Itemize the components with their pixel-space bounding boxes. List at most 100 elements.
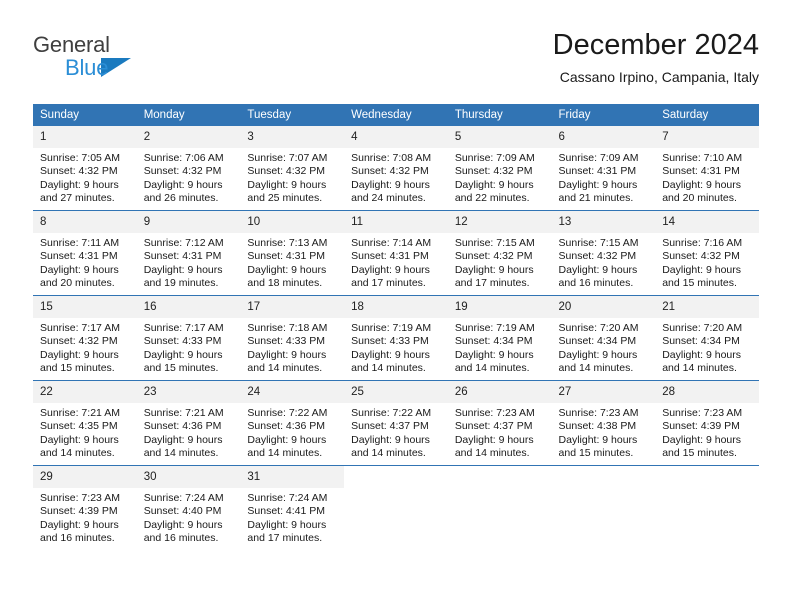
day-details: Sunrise: 7:10 AM Sunset: 4:31 PM Dayligh… <box>655 148 759 206</box>
sunrise-text: Sunrise: 7:15 AM <box>454 237 535 249</box>
day-details: Sunrise: 7:09 AM Sunset: 4:32 PM Dayligh… <box>448 148 552 206</box>
day-details: Sunrise: 7:20 AM Sunset: 4:34 PM Dayligh… <box>655 318 759 376</box>
calendar-header-row: Sunday Monday Tuesday Wednesday Thursday… <box>33 104 759 126</box>
calendar-day-cell[interactable]: 27 Sunrise: 7:23 AM Sunset: 4:38 PM Dayl… <box>551 380 656 466</box>
day-details: Sunrise: 7:17 AM Sunset: 4:32 PM Dayligh… <box>33 318 137 376</box>
sunrise-text: Sunrise: 7:05 AM <box>40 152 120 164</box>
sunset-text: Sunset: 4:31 PM <box>558 165 637 178</box>
calendar-day-cell[interactable]: 20 Sunrise: 7:20 AM Sunset: 4:34 PM Dayl… <box>551 295 656 381</box>
daylight-text-line2: and 16 minutes. <box>40 532 115 545</box>
calendar-day-cell[interactable]: 12 Sunrise: 7:15 AM Sunset: 4:32 PM Dayl… <box>447 210 552 296</box>
calendar-day-cell[interactable]: 19 Sunrise: 7:19 AM Sunset: 4:34 PM Dayl… <box>447 295 552 381</box>
calendar-day-cell[interactable]: 22 Sunrise: 7:21 AM Sunset: 4:35 PM Dayl… <box>33 380 137 466</box>
sunset-text: Sunset: 4:31 PM <box>247 250 326 263</box>
day-number <box>448 466 552 488</box>
day-number: 22 <box>33 381 137 403</box>
sunrise-text: Sunrise: 7:23 AM <box>662 407 743 419</box>
day-details: Sunrise: 7:08 AM Sunset: 4:32 PM Dayligh… <box>344 148 448 206</box>
day-number: 11 <box>344 211 448 233</box>
calendar-day-cell[interactable]: 1 Sunrise: 7:05 AM Sunset: 4:32 PM Dayli… <box>33 126 137 211</box>
sunrise-text: Sunrise: 7:23 AM <box>454 407 535 419</box>
calendar-day-cell[interactable]: 16 Sunrise: 7:17 AM Sunset: 4:33 PM Dayl… <box>136 295 241 381</box>
day-details: Sunrise: 7:07 AM Sunset: 4:32 PM Dayligh… <box>240 148 344 206</box>
calendar-day-cell[interactable]: 17 Sunrise: 7:18 AM Sunset: 4:33 PM Dayl… <box>240 295 345 381</box>
day-details: Sunrise: 7:24 AM Sunset: 4:41 PM Dayligh… <box>240 488 344 546</box>
sunset-text: Sunset: 4:39 PM <box>40 505 118 518</box>
calendar-day-cell[interactable]: 9 Sunrise: 7:12 AM Sunset: 4:31 PM Dayli… <box>136 210 241 296</box>
calendar-day-cell[interactable]: 11 Sunrise: 7:14 AM Sunset: 4:31 PM Dayl… <box>344 210 448 296</box>
day-details: Sunrise: 7:09 AM Sunset: 4:31 PM Dayligh… <box>552 148 656 206</box>
calendar-day-cell[interactable]: 24 Sunrise: 7:22 AM Sunset: 4:36 PM Dayl… <box>240 380 345 466</box>
sunset-text: Sunset: 4:34 PM <box>662 335 740 348</box>
calendar-day-cell[interactable]: 4 Sunrise: 7:08 AM Sunset: 4:32 PM Dayli… <box>344 126 448 211</box>
day-number: 17 <box>240 296 345 318</box>
calendar-day-cell[interactable]: 25 Sunrise: 7:22 AM Sunset: 4:37 PM Dayl… <box>344 380 448 466</box>
calendar-day-cell[interactable]: 31 Sunrise: 7:24 AM Sunset: 4:41 PM Dayl… <box>240 465 345 550</box>
calendar-day-cell[interactable]: 3 Sunrise: 7:07 AM Sunset: 4:32 PM Dayli… <box>240 126 345 211</box>
daylight-text-line2: and 18 minutes. <box>247 277 323 290</box>
weekday-header-friday: Friday <box>551 104 656 126</box>
sunset-text: Sunset: 4:37 PM <box>351 420 429 433</box>
daylight-text-line1: Daylight: 9 hours <box>662 263 742 276</box>
day-details: Sunrise: 7:15 AM Sunset: 4:32 PM Dayligh… <box>448 233 552 291</box>
daylight-text-line2: and 16 minutes. <box>143 532 219 545</box>
calendar-day-cell[interactable]: 29 Sunrise: 7:23 AM Sunset: 4:39 PM Dayl… <box>33 465 137 550</box>
sunset-text: Sunset: 4:32 PM <box>143 165 222 178</box>
generalblue-logo[interactable]: General Blue <box>33 34 233 90</box>
calendar-day-cell[interactable]: 26 Sunrise: 7:23 AM Sunset: 4:37 PM Dayl… <box>447 380 552 466</box>
daylight-text-line1: Daylight: 9 hours <box>143 178 223 191</box>
calendar-day-cell[interactable]: 13 Sunrise: 7:15 AM Sunset: 4:32 PM Dayl… <box>551 210 656 296</box>
daylight-text-line2: and 17 minutes. <box>454 277 530 290</box>
day-details: Sunrise: 7:15 AM Sunset: 4:32 PM Dayligh… <box>552 233 656 291</box>
weekday-header-sunday: Sunday <box>33 104 137 126</box>
calendar-day-cell[interactable]: 10 Sunrise: 7:13 AM Sunset: 4:31 PM Dayl… <box>240 210 345 296</box>
calendar-day-cell[interactable]: 18 Sunrise: 7:19 AM Sunset: 4:33 PM Dayl… <box>344 295 448 381</box>
sunrise-text: Sunrise: 7:11 AM <box>40 237 120 249</box>
calendar-day-cell[interactable]: 7 Sunrise: 7:10 AM Sunset: 4:31 PM Dayli… <box>655 126 759 211</box>
calendar-day-cell[interactable]: 28 Sunrise: 7:23 AM Sunset: 4:39 PM Dayl… <box>655 380 759 466</box>
daylight-text-line1: Daylight: 9 hours <box>247 348 327 361</box>
daylight-text-line1: Daylight: 9 hours <box>247 178 327 191</box>
sunrise-text: Sunrise: 7:24 AM <box>247 492 328 504</box>
daylight-text-line1: Daylight: 9 hours <box>662 348 742 361</box>
calendar-day-cell[interactable]: 14 Sunrise: 7:16 AM Sunset: 4:32 PM Dayl… <box>655 210 759 296</box>
sunset-text: Sunset: 4:31 PM <box>662 165 740 178</box>
daylight-text-line1: Daylight: 9 hours <box>351 433 430 446</box>
daylight-text-line1: Daylight: 9 hours <box>40 518 119 531</box>
day-details: Sunrise: 7:20 AM Sunset: 4:34 PM Dayligh… <box>552 318 656 376</box>
sunrise-text: Sunrise: 7:09 AM <box>454 152 535 164</box>
sunrise-text: Sunrise: 7:17 AM <box>40 322 120 334</box>
day-number: 18 <box>344 296 448 318</box>
sunset-text: Sunset: 4:34 PM <box>558 335 637 348</box>
calendar-day-cell[interactable]: 30 Sunrise: 7:24 AM Sunset: 4:40 PM Dayl… <box>136 465 241 550</box>
calendar-day-cell[interactable]: 8 Sunrise: 7:11 AM Sunset: 4:31 PM Dayli… <box>33 210 137 296</box>
calendar-day-cell[interactable]: 21 Sunrise: 7:20 AM Sunset: 4:34 PM Dayl… <box>655 295 759 381</box>
sunrise-text: Sunrise: 7:22 AM <box>351 407 432 419</box>
calendar-day-cell[interactable]: 23 Sunrise: 7:21 AM Sunset: 4:36 PM Dayl… <box>136 380 241 466</box>
sunset-text: Sunset: 4:38 PM <box>558 420 637 433</box>
sunrise-text: Sunrise: 7:12 AM <box>143 237 224 249</box>
calendar-day-cell[interactable]: 6 Sunrise: 7:09 AM Sunset: 4:31 PM Dayli… <box>551 126 656 211</box>
calendar-week-row: 15 Sunrise: 7:17 AM Sunset: 4:32 PM Dayl… <box>33 295 759 381</box>
calendar-day-cell[interactable]: 2 Sunrise: 7:06 AM Sunset: 4:32 PM Dayli… <box>136 126 241 211</box>
daylight-text-line1: Daylight: 9 hours <box>558 263 638 276</box>
daylight-text-line2: and 14 minutes. <box>247 362 323 375</box>
sunset-text: Sunset: 4:33 PM <box>143 335 222 348</box>
logo-text-blue: Blue <box>65 55 109 80</box>
daylight-text-line1: Daylight: 9 hours <box>662 178 742 191</box>
daylight-text-line1: Daylight: 9 hours <box>558 348 638 361</box>
day-details: Sunrise: 7:13 AM Sunset: 4:31 PM Dayligh… <box>240 233 344 291</box>
day-number <box>552 466 656 488</box>
day-number: 29 <box>33 466 137 488</box>
day-number: 19 <box>447 296 552 318</box>
daylight-text-line1: Daylight: 9 hours <box>143 433 223 446</box>
sunrise-text: Sunrise: 7:24 AM <box>143 492 224 504</box>
day-number: 14 <box>655 211 759 233</box>
daylight-text-line2: and 14 minutes. <box>454 447 530 460</box>
weekday-header-tuesday: Tuesday <box>240 104 345 126</box>
day-details: Sunrise: 7:14 AM Sunset: 4:31 PM Dayligh… <box>344 233 448 291</box>
calendar-day-cell[interactable]: 5 Sunrise: 7:09 AM Sunset: 4:32 PM Dayli… <box>447 126 552 211</box>
calendar-day-cell[interactable]: 15 Sunrise: 7:17 AM Sunset: 4:32 PM Dayl… <box>33 295 137 381</box>
daylight-text-line2: and 14 minutes. <box>558 362 634 375</box>
daylight-text-line1: Daylight: 9 hours <box>454 263 534 276</box>
